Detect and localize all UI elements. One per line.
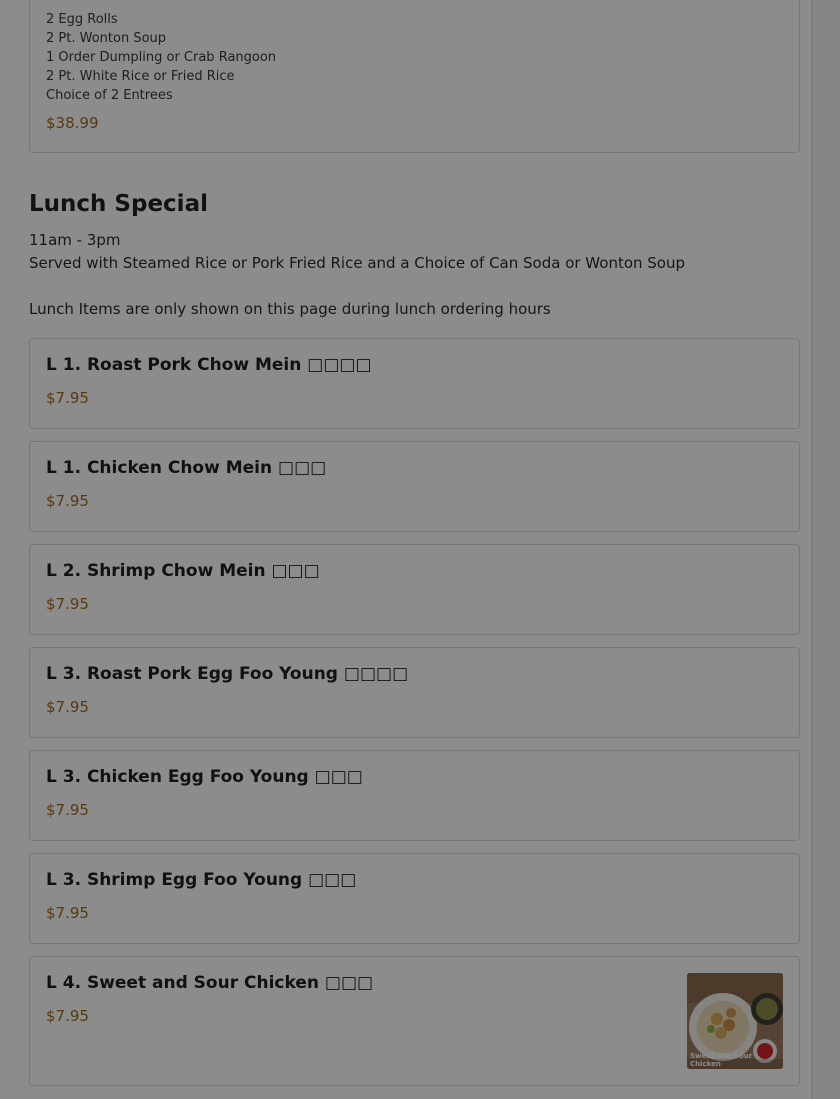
combo-card[interactable]: 2 Egg Rolls 2 Pt. Wonton Soup 1 Order Du… — [29, 0, 800, 153]
combo-line: Choice of 2 Entrees — [46, 88, 173, 103]
item-name: L 4. Sweet and Sour Chicken □□□ — [46, 973, 374, 993]
menu-item-card[interactable]: L 3. Roast Pork Egg Foo Young □□□□ $7.95 — [29, 647, 800, 738]
combo-line: 1 Order Dumpling or Crab Rangoon — [46, 50, 277, 65]
menu-page: 2 Egg Rolls 2 Pt. Wonton Soup 1 Order Du… — [0, 0, 811, 1099]
combo-line: 2 Pt. White Rice or Fried Rice — [46, 69, 235, 84]
item-price: $7.95 — [46, 389, 89, 407]
item-price: $7.95 — [46, 492, 89, 510]
item-price: $7.95 — [46, 595, 89, 613]
combo-line: 2 Pt. Wonton Soup — [46, 31, 167, 46]
item-photo[interactable]: Sweet and Sour Chicken — [687, 973, 783, 1069]
combo-price: $38.99 — [46, 114, 99, 132]
item-name: L 3. Shrimp Egg Foo Young □□□ — [46, 870, 357, 890]
menu-item-card[interactable]: L 2. Shrimp Chow Mein □□□ $7.95 — [29, 544, 800, 635]
section-served-with: Served with Steamed Rice or Pork Fried R… — [29, 254, 686, 272]
item-price: $7.95 — [46, 904, 89, 922]
menu-item-card[interactable]: L 1. Chicken Chow Mein □□□ $7.95 — [29, 441, 800, 532]
section-title: Lunch Special — [29, 191, 208, 217]
menu-item-card[interactable]: L 3. Shrimp Egg Foo Young □□□ $7.95 — [29, 853, 800, 944]
item-name: L 1. Roast Pork Chow Mein □□□□ — [46, 355, 372, 375]
item-price: $7.95 — [46, 1007, 89, 1025]
item-name: L 3. Roast Pork Egg Foo Young □□□□ — [46, 664, 409, 684]
combo-line: 2 Egg Rolls — [46, 12, 118, 27]
combo-description: 2 Egg Rolls 2 Pt. Wonton Soup 1 Order Du… — [46, 10, 276, 105]
menu-item-card[interactable]: L 4. Sweet and Sour Chicken □□□ $7.95 Sw… — [29, 956, 800, 1086]
section-hours: 11am - 3pm — [29, 231, 121, 249]
item-photo-caption: Sweet and Sour Chicken — [690, 1052, 753, 1068]
scrollbar[interactable] — [811, 0, 840, 1099]
item-price: $7.95 — [46, 698, 89, 716]
item-name: L 2. Shrimp Chow Mein □□□ — [46, 561, 320, 581]
item-price: $7.95 — [46, 801, 89, 819]
menu-item-card[interactable]: L 1. Roast Pork Chow Mein □□□□ $7.95 — [29, 338, 800, 429]
item-name: L 1. Chicken Chow Mein □□□ — [46, 458, 327, 478]
section-note: Lunch Items are only shown on this page … — [29, 300, 551, 318]
menu-item-card[interactable]: L 3. Chicken Egg Foo Young □□□ $7.95 — [29, 750, 800, 841]
item-name: L 3. Chicken Egg Foo Young □□□ — [46, 767, 363, 787]
